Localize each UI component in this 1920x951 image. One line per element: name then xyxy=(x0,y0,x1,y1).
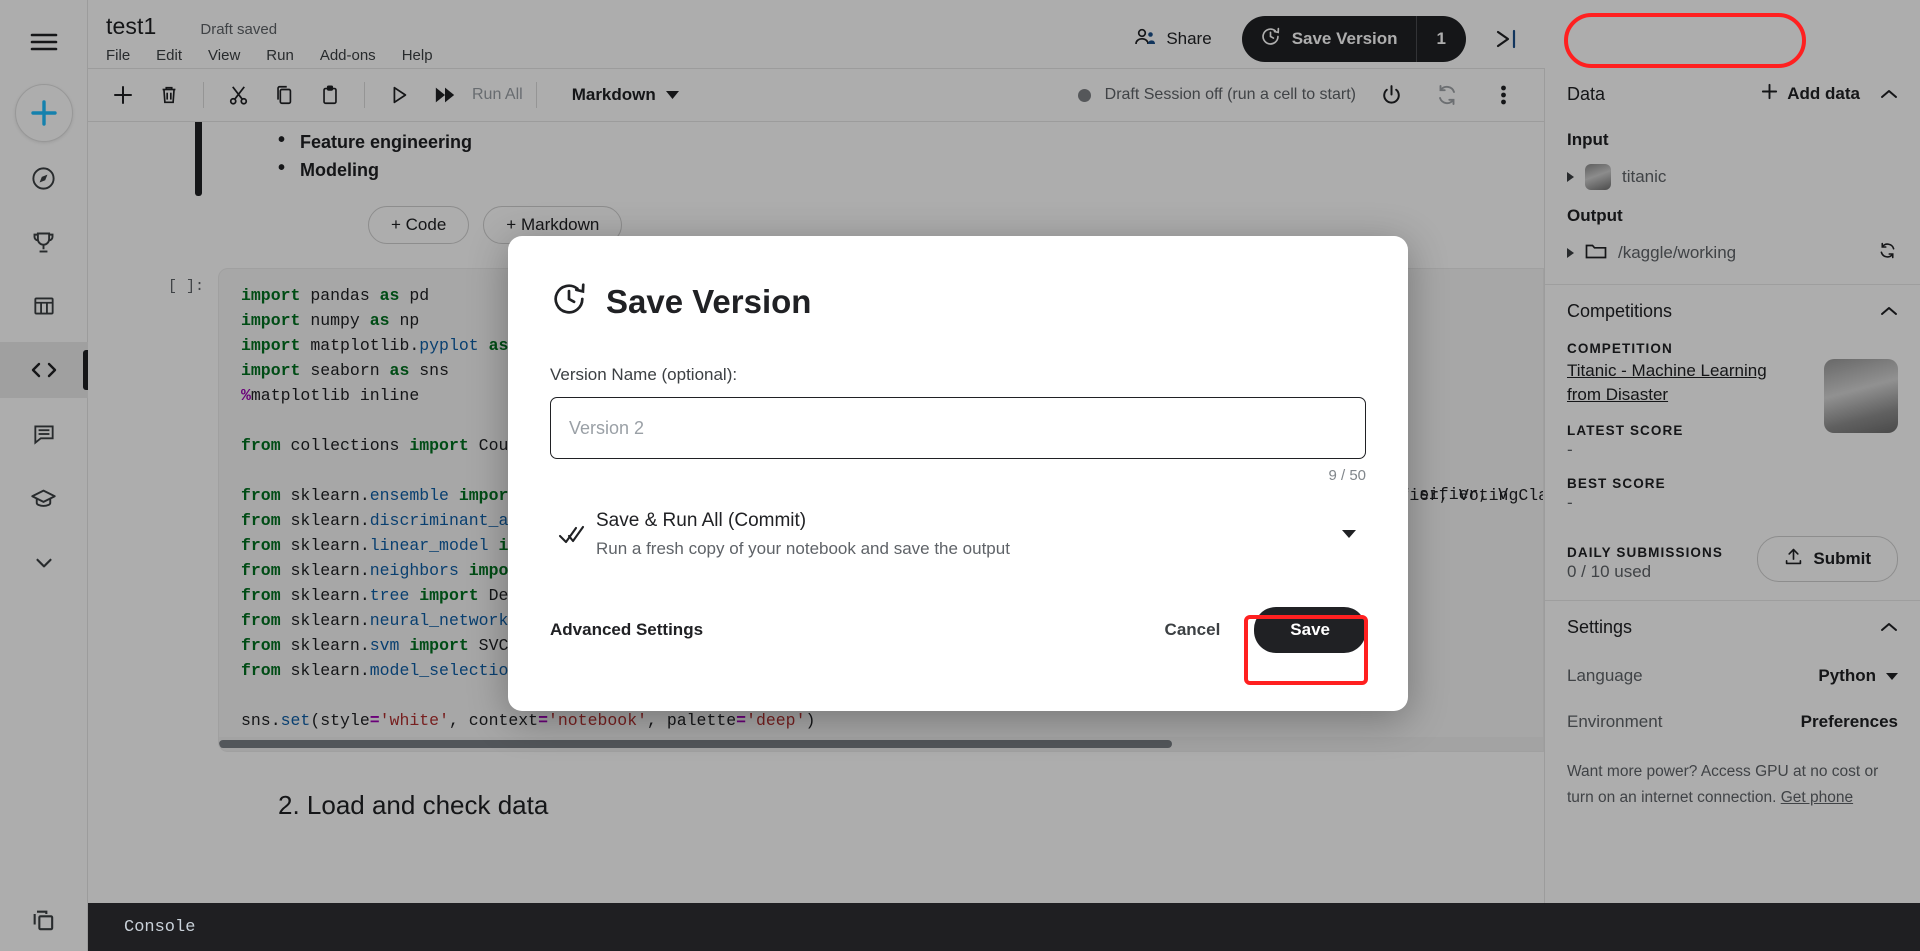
history-clock-icon xyxy=(550,280,588,323)
character-counter: 9 / 50 xyxy=(1328,467,1366,484)
cancel-button[interactable]: Cancel xyxy=(1165,620,1221,640)
version-name-label: Version Name (optional): xyxy=(550,365,738,384)
modal-title: Save Version xyxy=(606,282,812,320)
version-name-input[interactable] xyxy=(550,397,1366,459)
save-mode-option[interactable]: Save & Run All (Commit) Run a fresh copy… xyxy=(550,506,1366,563)
save-mode-dropdown-icon[interactable] xyxy=(1332,530,1366,539)
console-label: Console xyxy=(124,917,196,937)
save-button[interactable]: Save xyxy=(1254,607,1366,653)
double-check-icon xyxy=(550,523,596,547)
save-version-modal: Save Version Version Name (optional): 9 … xyxy=(508,236,1408,711)
kaggle-notebook-app: test1 Draft saved File Edit View Run Add… xyxy=(0,0,1920,951)
save-mode-title: Save & Run All (Commit) xyxy=(596,510,807,531)
save-mode-description: Run a fresh copy of your notebook and sa… xyxy=(596,539,1010,558)
advanced-settings-button[interactable]: Advanced Settings xyxy=(550,620,703,640)
console-bar[interactable]: Console xyxy=(88,903,1920,951)
